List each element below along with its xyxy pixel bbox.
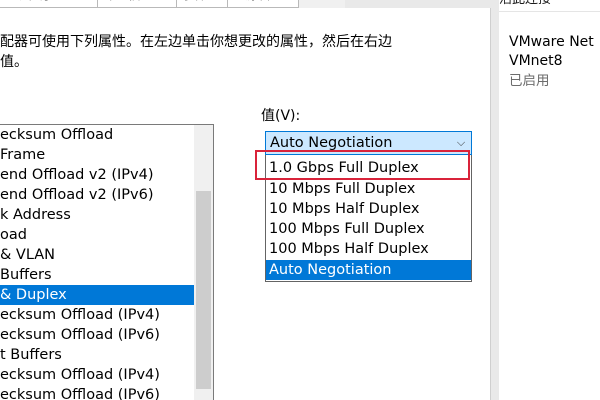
property-item[interactable]: ecksum Offload (IPv4) [0,305,194,325]
combobox-value: Auto Negotiation [270,135,393,151]
dropdown-option-10mbps-full[interactable]: 10 Mbps Full Duplex [266,179,471,199]
property-item[interactable]: ecksum Offload (IPv6) [0,385,194,400]
property-item[interactable]: ecksum Offload [0,125,194,145]
property-list-scrollbar[interactable] [194,125,213,400]
tab-driver[interactable]: 驱动程序 [0,0,98,8]
network-connections-window: 活此连接 VMware Net VMnet8 已启用 [499,0,600,400]
scrollbar-thumb[interactable] [196,191,211,389]
dropdown-option-10mbps-half[interactable]: 10 Mbps Half Duplex [266,199,471,219]
tab-events[interactable]: 事件 [176,0,228,8]
property-item[interactable]: Buffers [0,265,194,285]
toolbar-text[interactable]: 活此连接 [499,0,551,8]
adapter-name[interactable]: VMware Net [509,33,594,51]
value-dropdown-list[interactable]: 1.0 Gbps Full Duplex 10 Mbps Full Duplex… [265,155,472,282]
dropdown-option-1gbps-full[interactable]: 1.0 Gbps Full Duplex [266,158,471,178]
chevron-down-icon[interactable]: ⌵ [455,132,467,154]
property-list[interactable]: ecksum Offload Frame end Offload v2 (IPv… [0,124,214,400]
property-item[interactable]: ecksum Offload (IPv6) [0,325,194,345]
property-item[interactable]: ecksum Offload (IPv4) [0,365,194,385]
dropdown-option-100mbps-half[interactable]: 100 Mbps Half Duplex [266,239,471,259]
property-item[interactable]: & VLAN [0,245,194,265]
tab-strip: 驱动程序 详细信息 事件 电源管理 [0,0,345,8]
property-item[interactable]: Frame [0,145,194,165]
adapter-device: VMnet8 [509,53,563,69]
value-label: 值(V): [261,108,301,124]
property-item[interactable]: end Offload v2 (IPv4) [0,165,194,185]
property-item[interactable]: end Offload v2 (IPv6) [0,185,194,205]
divider [499,11,600,12]
property-item[interactable]: k Address [0,205,194,225]
property-item[interactable]: t Buffers [0,345,194,365]
adapter-status: 已启用 [509,73,550,89]
property-item-selected[interactable]: & Duplex [0,285,194,305]
dropdown-option-auto-negotiation[interactable]: Auto Negotiation [266,260,471,280]
value-combobox[interactable]: Auto Negotiation ⌵ [265,131,472,155]
property-item[interactable]: oad [0,225,194,245]
tab-details[interactable]: 详细信息 [97,0,177,8]
tab-power-management[interactable]: 电源管理 [227,0,299,8]
instructions-text: 配器可使用下列属性。在左边单击你想更改的属性，然后在右边 值。 [0,34,392,70]
dropdown-option-100mbps-full[interactable]: 100 Mbps Full Duplex [266,219,471,239]
